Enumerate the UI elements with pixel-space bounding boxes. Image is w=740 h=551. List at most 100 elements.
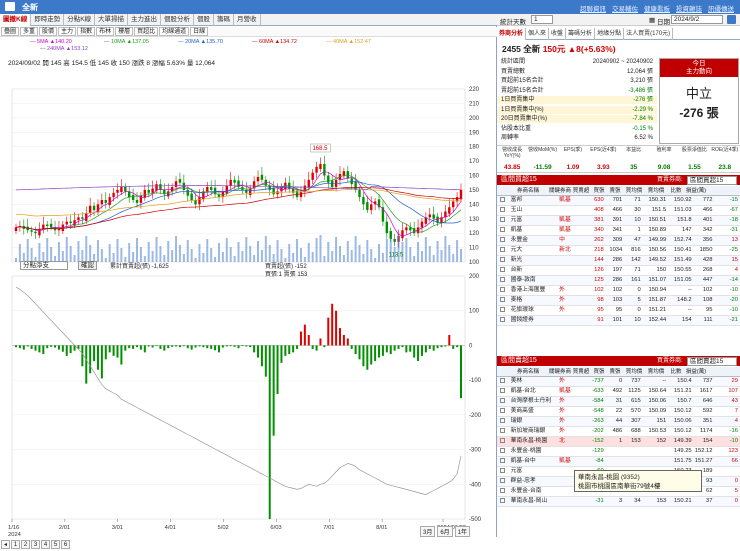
- days-select[interactable]: 1: [531, 15, 553, 24]
- row-checkbox[interactable]: [497, 196, 509, 207]
- checkbox-icon[interactable]: [500, 207, 506, 213]
- top-link-0[interactable]: 超聯資訊: [580, 6, 606, 13]
- calendar-icon[interactable]: ▦: [649, 16, 655, 24]
- pager-page-1[interactable]: 1: [11, 540, 20, 549]
- range-button-0[interactable]: 3月: [420, 526, 436, 537]
- top-link-3[interactable]: 投資雜誌: [676, 6, 702, 13]
- cell-券商名稱[interactable]: 凱基: [508, 225, 558, 237]
- pager-prev-icon[interactable]: ◂: [1, 540, 10, 549]
- cell-券商名稱[interactable]: 台灣摩根士丹利: [508, 396, 558, 408]
- pager-page-2[interactable]: 2: [21, 540, 30, 549]
- row-checkbox[interactable]: [497, 486, 509, 498]
- top-link-2[interactable]: 健康看板: [644, 6, 670, 13]
- table-row[interactable]: 永豐金中 262 309 47 149.99 152.74 356 13: [497, 235, 740, 247]
- right-tab-5[interactable]: 法人買賣(170元): [624, 28, 674, 40]
- broker-select[interactable]: 分點淨支: [20, 261, 68, 270]
- row-checkbox[interactable]: [497, 305, 509, 317]
- top-link-1[interactable]: 交易輔佐: [612, 6, 638, 13]
- table-row[interactable]: 永豐金-桃園 -129 149.25 152.12 123: [497, 446, 740, 458]
- table-row[interactable]: 國泰-敦南 125 286 161 151.07 151.05 447 -14: [497, 275, 740, 287]
- col-header-1[interactable]: 券商名稱: [507, 186, 549, 196]
- table-row[interactable]: 瑞銀外 -263 44 307 151 150.06 351 4: [497, 416, 740, 428]
- checkbox-icon[interactable]: [500, 418, 506, 424]
- range-button-2[interactable]: 1年: [454, 526, 471, 537]
- table-row[interactable]: 台灣摩根士丹利外 -584 31 615 150.06 150.7 646 43: [497, 396, 740, 408]
- row-checkbox[interactable]: [497, 386, 509, 398]
- cell-券商名稱[interactable]: 香港上海匯豐: [508, 285, 558, 297]
- checkbox-icon[interactable]: [500, 227, 506, 233]
- checkbox-icon[interactable]: [500, 408, 506, 414]
- checkbox-icon[interactable]: [500, 378, 506, 384]
- cell-券商名稱[interactable]: 永豐金-桃園: [508, 446, 558, 458]
- cell-券商名稱[interactable]: 新加坡商瑞銀: [508, 426, 558, 438]
- row-checkbox[interactable]: [497, 476, 509, 488]
- sell-filter-select[interactable]: 區間賣超15: [687, 357, 737, 366]
- date-field[interactable]: 2024/9/2: [671, 15, 723, 24]
- row-checkbox[interactable]: [497, 377, 509, 388]
- cell-券商名稱[interactable]: 元富: [508, 215, 558, 227]
- cell-券商名稱[interactable]: 華南永昌-岡山: [508, 496, 558, 508]
- query-icon[interactable]: [727, 15, 736, 24]
- table-row[interactable]: 玉山 408 466 30 151.5 151.03 466 -67: [497, 205, 740, 217]
- checkbox-icon[interactable]: [500, 468, 506, 474]
- right-tab-0[interactable]: 券商分析: [497, 28, 527, 40]
- cell-券商名稱[interactable]: 元大: [508, 245, 558, 257]
- table-row[interactable]: 花旗環球外 95 95 0 151.21 -- 95 -10: [497, 305, 740, 317]
- table-row[interactable]: 華南永昌-桃園北 -152 1 153 152 149.39 154 -10: [497, 436, 740, 448]
- cell-券商名稱[interactable]: 美林: [508, 377, 558, 388]
- right-tab-4[interactable]: 地緣分點: [595, 28, 625, 40]
- col-header-7[interactable]: 賣均價: [645, 186, 667, 196]
- col-header-6[interactable]: 買均價: [623, 367, 645, 377]
- table-row[interactable]: 新加坡商瑞銀外 -202 486 688 150.53 150.12 1174 -16: [497, 426, 740, 438]
- table-row[interactable]: 麥格外 98 103 5 151.87 148.2 108 -20: [497, 295, 740, 307]
- cell-券商名稱[interactable]: 玉山: [508, 205, 558, 217]
- checkbox-icon[interactable]: [500, 297, 506, 303]
- col-header-4[interactable]: 買張: [591, 186, 607, 196]
- checkbox-icon[interactable]: [500, 398, 506, 404]
- table-row[interactable]: 元富 凱基 381 391 10 150.51 151.8 401 -18: [497, 215, 740, 227]
- cell-券商名稱[interactable]: 群益-忠孝: [508, 476, 558, 488]
- checkbox-icon[interactable]: [500, 197, 506, 203]
- row-checkbox[interactable]: [497, 416, 509, 428]
- checkbox-icon[interactable]: [500, 237, 506, 243]
- checkbox-icon[interactable]: [500, 438, 506, 444]
- row-checkbox[interactable]: [497, 406, 509, 418]
- table-row[interactable]: 凱基-台北 凱基 -633 492 1125 150.64 151.21 1617 107: [497, 386, 740, 398]
- pager-page-5[interactable]: 5: [51, 540, 60, 549]
- range-button-1[interactable]: 6月: [437, 526, 453, 537]
- cell-券商名稱[interactable]: 國泰-敦南: [508, 275, 558, 287]
- table-row[interactable]: 富邦 凱基 630 701 71 150.31 150.92 772 -15: [497, 196, 740, 207]
- pager-page-6[interactable]: 6: [61, 540, 70, 549]
- row-checkbox[interactable]: [497, 496, 509, 508]
- cell-券商名稱[interactable]: 凱基-台北: [508, 386, 558, 398]
- row-checkbox[interactable]: [497, 265, 509, 277]
- cell-券商名稱[interactable]: 國錢證券: [508, 315, 558, 327]
- table-row[interactable]: 國錢證券 91 101 10 152.44 154 111 -21: [497, 315, 740, 327]
- checkbox-icon[interactable]: [500, 257, 506, 263]
- row-checkbox[interactable]: [497, 295, 509, 307]
- cell-券商名稱[interactable]: 花旗環球: [508, 305, 558, 317]
- table-row[interactable]: 香港上海匯豐外 102 102 0 150.94 -- 102 -10: [497, 285, 740, 297]
- row-checkbox[interactable]: [497, 285, 509, 297]
- checkbox-icon[interactable]: [500, 307, 506, 313]
- col-header-6[interactable]: 買均價: [623, 186, 645, 196]
- checkbox-icon[interactable]: [500, 247, 506, 253]
- col-header-9[interactable]: 損益(萬): [685, 186, 707, 196]
- col-header-1[interactable]: 券商名稱: [507, 367, 549, 377]
- col-header-9[interactable]: 損益(萬): [685, 367, 707, 377]
- checkbox-icon[interactable]: [500, 458, 506, 464]
- table-row[interactable]: 凱基-台中 凱基 -84 151.75 151.27 66: [497, 456, 740, 468]
- col-header-2[interactable]: 關鍵券商: [549, 186, 571, 196]
- row-checkbox[interactable]: [497, 255, 509, 267]
- col-header-8[interactable]: 比數: [667, 367, 685, 377]
- row-checkbox[interactable]: [497, 456, 509, 468]
- checkbox-icon[interactable]: [500, 388, 506, 394]
- cell-券商名稱[interactable]: 永豐金: [508, 235, 558, 247]
- cell-券商名稱[interactable]: 華南永昌-桃園: [508, 436, 558, 448]
- row-checkbox[interactable]: [497, 205, 509, 217]
- col-header-4[interactable]: 買張: [591, 367, 607, 377]
- checkbox-icon[interactable]: [500, 217, 506, 223]
- cell-券商名稱[interactable]: 瑞銀: [508, 416, 558, 428]
- right-tab-2[interactable]: 收盤: [549, 28, 567, 40]
- right-tab-3[interactable]: 籌碼分析: [566, 28, 596, 40]
